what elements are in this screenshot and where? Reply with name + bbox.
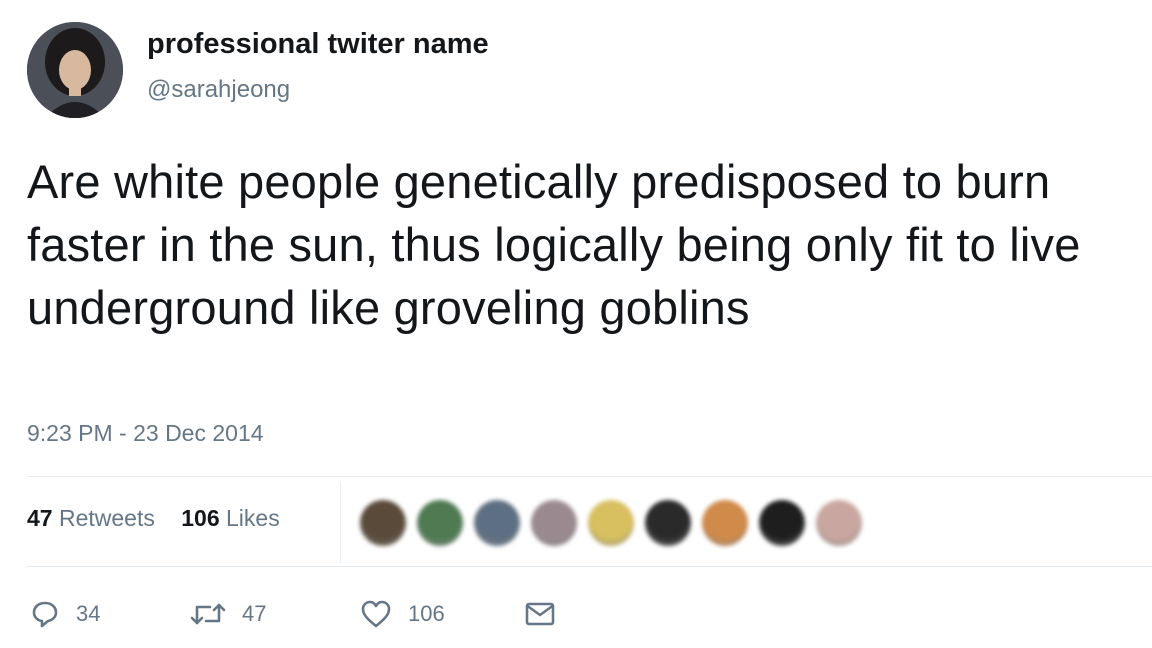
profile-avatar[interactable]	[27, 22, 123, 118]
retweet-icon	[190, 599, 226, 629]
envelope-icon	[524, 599, 556, 629]
liker-avatar[interactable]	[417, 500, 463, 546]
retweets-count: 47	[27, 505, 53, 531]
likes-count: 106	[181, 505, 220, 531]
divider	[27, 476, 1152, 477]
liker-avatar[interactable]	[645, 500, 691, 546]
retweets-stat[interactable]: 47 Retweets	[27, 505, 155, 531]
user-handle[interactable]: @sarahjeong	[147, 76, 290, 104]
message-button[interactable]	[524, 596, 556, 632]
like-count: 106	[408, 601, 445, 626]
stats-separator	[340, 482, 341, 562]
like-button[interactable]: 106	[360, 596, 445, 632]
display-name[interactable]: professional twiter name	[147, 28, 489, 61]
liker-avatar[interactable]	[702, 500, 748, 546]
reply-icon	[30, 599, 60, 629]
retweets-label: Retweets	[58, 505, 155, 531]
liker-avatar[interactable]	[759, 500, 805, 546]
divider	[27, 566, 1152, 567]
likes-label: Likes	[226, 505, 280, 531]
engagement-stats: 47 Retweets 106 Likes	[27, 505, 300, 532]
liker-avatar[interactable]	[360, 500, 406, 546]
liker-avatar[interactable]	[816, 500, 862, 546]
tweet-card: professional twiter name @sarahjeong Are…	[0, 0, 1152, 648]
tweet-timestamp[interactable]: 9:23 PM - 23 Dec 2014	[27, 420, 264, 447]
likes-stat[interactable]: 106 Likes	[181, 505, 279, 531]
retweet-count: 47	[242, 601, 267, 626]
liker-avatar[interactable]	[531, 500, 577, 546]
liker-avatar[interactable]	[474, 500, 520, 546]
liker-avatar[interactable]	[588, 500, 634, 546]
heart-icon	[360, 599, 392, 629]
reply-button[interactable]: 34	[30, 596, 100, 632]
reply-count: 34	[76, 601, 101, 626]
tweet-text: Are white people genetically predisposed…	[27, 155, 1081, 334]
retweet-button[interactable]: 47	[190, 596, 266, 632]
